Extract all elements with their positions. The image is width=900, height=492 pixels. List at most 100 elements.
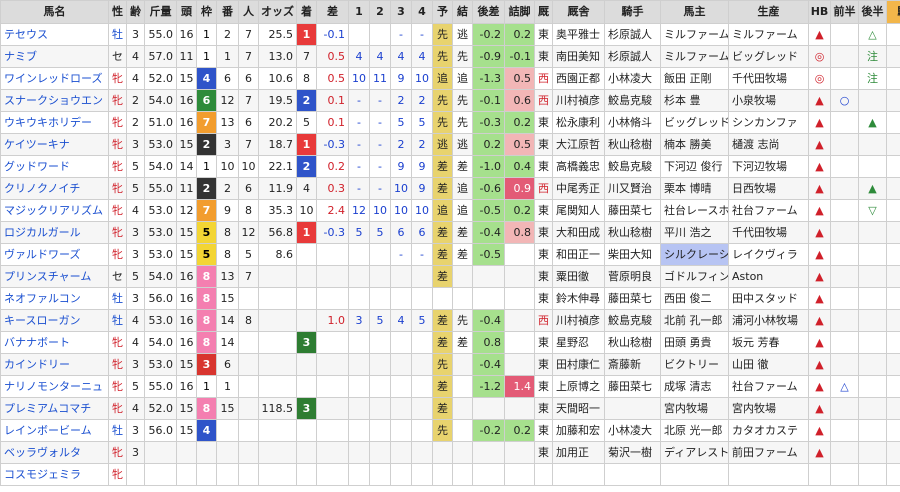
column-header[interactable]: 騎H: [886, 0, 900, 24]
cell-name[interactable]: バナナボート: [0, 331, 109, 354]
cell-kh: ○: [886, 331, 900, 354]
column-header[interactable]: 齢: [126, 0, 145, 24]
column-header[interactable]: 後半: [858, 0, 887, 24]
table-row[interactable]: ネオファルコン牡356.016815 東鈴木伸尋藤田菜七西田 俊二田中スタッド▲ ○: [0, 287, 900, 310]
cell-name[interactable]: ヴァルドワーズ: [0, 243, 109, 266]
cell-name[interactable]: グッドワード: [0, 155, 109, 178]
cell-kyu: 東: [534, 375, 553, 398]
column-header[interactable]: 結: [452, 0, 473, 24]
table-row[interactable]: マジックリアリズム牝 4 53.0 12 7 9 8 35.3 10 2.4 12 10 10 10 追追 -…: [0, 199, 900, 222]
table-row[interactable]: ナリノモンターニュ牝 5 55.0 16 1 1 差 -1.2 1.4 東上原博之 藤田菜七 成塚 清…: [0, 375, 900, 398]
cell-name[interactable]: ナリノモンターニュ: [0, 375, 109, 398]
column-header[interactable]: 枠: [196, 0, 217, 24]
cell-name[interactable]: レインボービーム: [0, 419, 109, 442]
cell-c3: [390, 353, 412, 376]
table-row[interactable]: バナナボート牝 4 54.0 16 8 14 3 差差 0.8 東星野忍 秋山稔樹 田頭 勇貴 坂元 芳…: [0, 331, 900, 354]
table-row[interactable]: ヴァルドワーズ牝 3 53.0 15 5 8 5 8.6- - 差差 -0.5 東和田正一 柴田大知 シル…: [0, 243, 900, 266]
table-row[interactable]: ロジカルガール牝 3 53.0 15 5 8 12 56.8 1 -0.3 5 5 6 6 差差 -0.4 0.…: [0, 221, 900, 244]
table-row[interactable]: ウキウキホリデー牝 2 51.0 16 7 13 6 20.2 5 0.1- -5 5 先先 -0.3 0.…: [0, 111, 900, 134]
column-header[interactable]: 斤量: [144, 0, 177, 24]
column-header[interactable]: 詰脚: [504, 0, 535, 24]
cell-c4: 6: [411, 221, 433, 244]
cell-name[interactable]: プリンスチャーム: [0, 265, 109, 288]
table-row[interactable]: キースローガン牡 4 53.0 16 8 14 8 1.0 3 5 4 5 差先 -0.4 西川村禎彦 鮫島克…: [0, 309, 900, 332]
cell-name[interactable]: マジックリアリズム: [0, 199, 109, 222]
cell-age: 5: [126, 155, 145, 178]
table-row[interactable]: プリンスチャームセ 5 54.0 16 8 13 7 差 東粟田徹 菅原明良 ゴドルフィン Aston…: [0, 265, 900, 288]
cell-name[interactable]: ケイツーキナ: [0, 133, 109, 156]
cell-name[interactable]: ウキウキホリデー: [0, 111, 109, 134]
cell-name[interactable]: カインドリー: [0, 353, 109, 376]
cell-zen: [830, 309, 859, 332]
table-row[interactable]: カインドリー牝353.01536先-0.4東田村康仁斎藤新ビクトリー山田 徹▲○: [0, 353, 900, 376]
cell-kyu: 西: [534, 177, 553, 200]
table-row[interactable]: クリノクノイチ牝 5 55.0 11 2 2 6 11.9 4 0.3- -10 9 差追 -0.6 0.9…: [0, 177, 900, 200]
column-header[interactable]: 予: [432, 0, 453, 24]
table-row[interactable]: スナークショウエン牝 2 54.0 16 6 12 7 19.5 2 0.1- -2 2 先先 -0.1 0…: [0, 89, 900, 112]
cell-tsume: 0.9: [504, 177, 535, 200]
cell-name[interactable]: スナークショウエン: [0, 89, 109, 112]
cell-name[interactable]: クリノクノイチ: [0, 177, 109, 200]
cell-jockey: 川又賢治: [604, 177, 661, 200]
cell-kh: ▲: [886, 177, 900, 200]
column-header[interactable]: 差: [316, 0, 349, 24]
cell-kh: ○: [886, 89, 900, 112]
column-header[interactable]: HB: [808, 0, 831, 24]
cell-trainer: 田村康仁: [552, 353, 605, 376]
cell-name[interactable]: テセウス: [0, 23, 109, 46]
column-header[interactable]: 前半: [830, 0, 859, 24]
cell-c2: [369, 243, 391, 266]
cell-age: 3: [126, 133, 145, 156]
cell-name[interactable]: キースローガン: [0, 309, 109, 332]
cell-trainer: 松永康利: [552, 111, 605, 134]
table-row[interactable]: ワインレッドローズ牝 4 52.0 15 4 6 6 10.6 8 0.5 10 11 9 10 追追 -1.…: [0, 67, 900, 90]
table-row[interactable]: ナミブセ 4 57.0 11 1 1 7 13.0 7 0.5 4 4 4 4 先先 -0.9 -0.1 東南田美…: [0, 45, 900, 68]
cell-breeder: 日西牧場: [728, 177, 809, 200]
cell-name[interactable]: プレミアムコマチ: [0, 397, 109, 420]
column-header[interactable]: 厩: [534, 0, 553, 24]
cell-chaku: 3: [296, 397, 317, 420]
cell-c4: -: [411, 23, 433, 46]
table-row[interactable]: グッドワード牝 5 54.0 14 1 10 10 22.1 2 0.2- -9 9 差差 -1.0 0.4…: [0, 155, 900, 178]
column-header[interactable]: 2: [369, 0, 391, 24]
cell-chaku: [296, 243, 317, 266]
column-header[interactable]: 後差: [472, 0, 505, 24]
column-header[interactable]: 番: [216, 0, 239, 24]
column-header[interactable]: 馬名: [0, 0, 109, 24]
cell-yo: 先: [432, 419, 453, 442]
cell-odds: 10.6: [258, 67, 297, 90]
column-header[interactable]: 生産: [728, 0, 809, 24]
cell-name[interactable]: ロジカルガール: [0, 221, 109, 244]
cell-owner: ミルファーム: [660, 45, 729, 68]
cell-jockey: 藤田菜七: [604, 287, 661, 310]
cell-name[interactable]: ナミブ: [0, 45, 109, 68]
column-header[interactable]: 馬主: [660, 0, 729, 24]
table-row[interactable]: プレミアムコマチ牝 4 52.0 15 8 15 118.5 3 差東天間昭一 宮内牧場 宮内牧場 ▲…: [0, 397, 900, 420]
cell-hb: ▲: [808, 265, 831, 288]
cell-ninki: [238, 397, 259, 420]
cell-name[interactable]: コスモジェミラ: [0, 463, 109, 486]
table-row[interactable]: レインボービーム牡 3 56.0 15 4 先 -0.2 0.2 東加藤和宏 小林凌大 北原 光一郎…: [0, 419, 900, 442]
cell-name[interactable]: ネオファルコン: [0, 287, 109, 310]
cell-name[interactable]: ワインレッドローズ: [0, 67, 109, 90]
column-header[interactable]: 厩舎: [552, 0, 605, 24]
column-header[interactable]: 頭: [176, 0, 197, 24]
column-header[interactable]: 1: [348, 0, 370, 24]
column-header[interactable]: 4: [411, 0, 433, 24]
column-header[interactable]: 3: [390, 0, 412, 24]
column-header[interactable]: 着: [296, 0, 317, 24]
cell-name[interactable]: ベッラヴォルタ: [0, 441, 109, 464]
table-row[interactable]: テセウス牡 3 55.0 16 1 2 7 25.5 1 -0.1- - 先逃 -0.2 0.2 東奥平雅士…: [0, 23, 900, 46]
cell-ban: 14: [216, 309, 239, 332]
column-header[interactable]: 騎手: [604, 0, 661, 24]
column-header[interactable]: 人: [238, 0, 259, 24]
table-row[interactable]: ケイツーキナ牝 3 53.0 15 2 3 7 18.7 1 -0.3- -2 2 逃逃 0.2 0.5 東大…: [0, 133, 900, 156]
table-row[interactable]: コスモジェミラ牝: [0, 463, 900, 486]
table-row[interactable]: ベッラヴォルタ牝3 東加用正菊沢一樹ディアレスト前田ファーム▲ ○: [0, 441, 900, 464]
column-header[interactable]: オッズ: [258, 0, 297, 24]
cell-c4: [411, 331, 433, 354]
cell-odds: [258, 463, 297, 486]
cell-c4: 9: [411, 155, 433, 178]
cell-odds: [258, 419, 297, 442]
column-header[interactable]: 性: [108, 0, 127, 24]
